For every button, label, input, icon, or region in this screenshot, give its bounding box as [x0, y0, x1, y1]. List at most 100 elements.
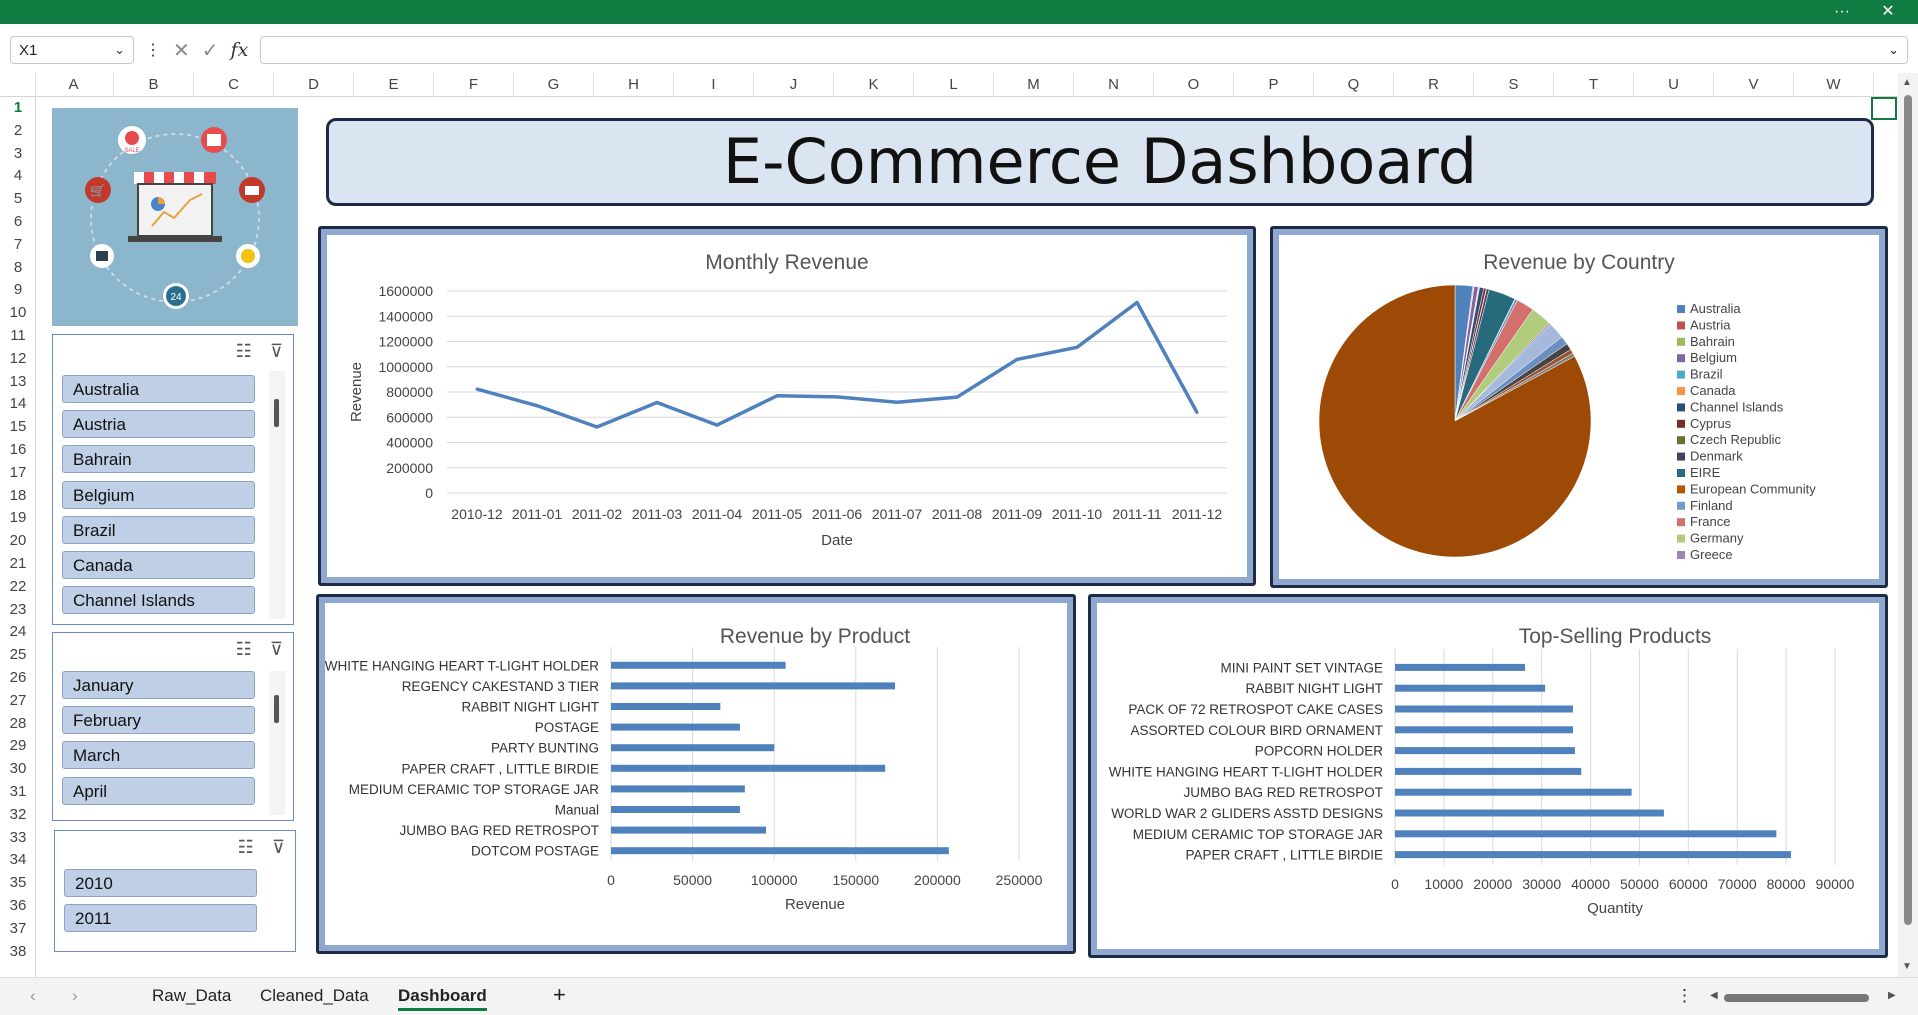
row-header[interactable]: 2 [0, 120, 36, 143]
slicer-item[interactable]: Belgium [62, 480, 255, 509]
row-header[interactable]: 28 [0, 713, 36, 736]
slicer-item[interactable]: January [62, 671, 255, 699]
row-header[interactable]: 26 [0, 667, 36, 690]
slicer-scrollbar[interactable] [269, 371, 285, 619]
multi-select-icon[interactable]: ☷ [236, 341, 252, 362]
column-header[interactable]: T [1554, 73, 1634, 97]
row-header[interactable]: 7 [0, 234, 36, 257]
column-header[interactable]: K [834, 73, 914, 97]
row-header[interactable]: 34 [0, 849, 36, 872]
more-vertical-icon[interactable]: ⋮ [1676, 986, 1693, 1006]
column-header[interactable]: Q [1314, 73, 1394, 97]
row-header[interactable]: 35 [0, 872, 36, 895]
tab-dashboard[interactable]: Dashboard [398, 986, 487, 1011]
add-sheet-button[interactable]: + [553, 982, 566, 1008]
clear-filter-icon[interactable]: ⊽ [270, 639, 283, 660]
row-header[interactable]: 10 [0, 302, 36, 325]
slicer-item[interactable]: March [62, 741, 255, 770]
row-header[interactable]: 8 [0, 257, 36, 280]
slicer-item[interactable]: Canada [62, 551, 255, 579]
column-header[interactable]: I [674, 73, 754, 97]
slicer-item[interactable]: February [62, 706, 255, 735]
row-header[interactable]: 22 [0, 576, 36, 599]
column-header[interactable]: B [114, 73, 194, 97]
column-header[interactable]: D [274, 73, 354, 97]
prev-sheet-icon[interactable]: ‹ [30, 986, 36, 1006]
column-header[interactable]: H [594, 73, 674, 97]
column-header[interactable]: E [354, 73, 434, 97]
next-sheet-icon[interactable]: › [72, 986, 78, 1006]
row-header[interactable]: 3 [0, 143, 36, 166]
tab-raw-data[interactable]: Raw_Data [152, 986, 231, 1006]
row-header[interactable]: 12 [0, 348, 36, 371]
row-header[interactable]: 37 [0, 918, 36, 941]
column-header[interactable]: G [514, 73, 594, 97]
selected-cell-x1[interactable] [1871, 97, 1897, 120]
multi-select-icon[interactable]: ☷ [236, 639, 252, 660]
row-header[interactable]: 29 [0, 735, 36, 758]
row-header[interactable]: 1 [0, 97, 36, 120]
row-header[interactable]: 19 [0, 507, 36, 530]
slicer-item[interactable]: April [62, 776, 255, 805]
vertical-scroll-thumb[interactable] [1904, 95, 1912, 925]
column-header[interactable]: M [994, 73, 1074, 97]
scroll-left-icon[interactable]: ◀ [1710, 990, 1718, 1001]
slicer-item[interactable]: 2010 [64, 869, 257, 897]
row-header[interactable]: 5 [0, 188, 36, 211]
column-header[interactable]: R [1394, 73, 1474, 97]
name-box[interactable]: X1 ⌄ [10, 36, 134, 64]
row-header[interactable]: 20 [0, 530, 36, 553]
column-header[interactable]: O [1154, 73, 1234, 97]
row-header[interactable]: 16 [0, 439, 36, 462]
scroll-right-icon[interactable]: ▶ [1888, 990, 1896, 1001]
column-header[interactable]: J [754, 73, 834, 97]
column-header[interactable]: L [914, 73, 994, 97]
slicer-item[interactable]: Brazil [62, 515, 255, 544]
row-header[interactable]: 13 [0, 371, 36, 394]
row-header[interactable]: 23 [0, 599, 36, 622]
horizontal-scrollbar[interactable]: ◀ ▶ [1710, 990, 1900, 1004]
column-header[interactable]: V [1714, 73, 1794, 97]
row-header[interactable]: 17 [0, 462, 36, 485]
row-header[interactable]: 9 [0, 279, 36, 302]
row-header[interactable]: 4 [0, 165, 36, 188]
row-header[interactable]: 15 [0, 416, 36, 439]
row-header[interactable]: 33 [0, 827, 36, 850]
scroll-down-icon[interactable]: ▼ [1902, 961, 1912, 972]
column-header[interactable]: S [1474, 73, 1554, 97]
clear-filter-icon[interactable]: ⊽ [272, 837, 285, 858]
row-header[interactable]: 11 [0, 325, 36, 348]
tab-cleaned-data[interactable]: Cleaned_Data [260, 986, 369, 1006]
slicer-item[interactable]: Australia [62, 375, 255, 403]
column-header[interactable]: P [1234, 73, 1314, 97]
clear-filter-icon[interactable]: ⊽ [270, 341, 283, 362]
cancel-icon[interactable]: ✕ [173, 38, 190, 63]
slicer-item[interactable]: Channel Islands [62, 586, 255, 615]
row-header[interactable]: 6 [0, 211, 36, 234]
row-header[interactable]: 25 [0, 644, 36, 667]
column-header[interactable]: A [34, 73, 114, 97]
horizontal-scroll-thumb[interactable] [1724, 994, 1869, 1002]
vertical-scrollbar[interactable]: ▲ ▼ [1898, 73, 1918, 977]
slicer-item[interactable]: Austria [62, 410, 255, 439]
slicer-scrollbar[interactable] [269, 671, 285, 815]
row-header[interactable]: 21 [0, 553, 36, 576]
row-header[interactable]: 24 [0, 621, 36, 644]
select-all-corner[interactable] [0, 73, 36, 97]
row-header[interactable]: 14 [0, 393, 36, 416]
slicer-item[interactable]: Bahrain [62, 445, 255, 474]
row-header[interactable]: 32 [0, 804, 36, 827]
enter-icon[interactable]: ✓ [202, 38, 219, 63]
row-header[interactable]: 27 [0, 690, 36, 713]
column-header[interactable]: C [194, 73, 274, 97]
row-header[interactable]: 18 [0, 485, 36, 508]
multi-select-icon[interactable]: ☷ [238, 837, 254, 858]
row-header[interactable]: 38 [0, 941, 36, 964]
insert-function-icon[interactable]: fx [231, 39, 249, 61]
row-header[interactable]: 31 [0, 781, 36, 804]
formula-input[interactable]: ⌄ [260, 36, 1908, 64]
slicer-item[interactable]: 2011 [64, 904, 257, 933]
row-header[interactable]: 36 [0, 895, 36, 918]
column-header[interactable]: F [434, 73, 514, 97]
chevron-down-icon[interactable]: ⌄ [114, 42, 125, 58]
